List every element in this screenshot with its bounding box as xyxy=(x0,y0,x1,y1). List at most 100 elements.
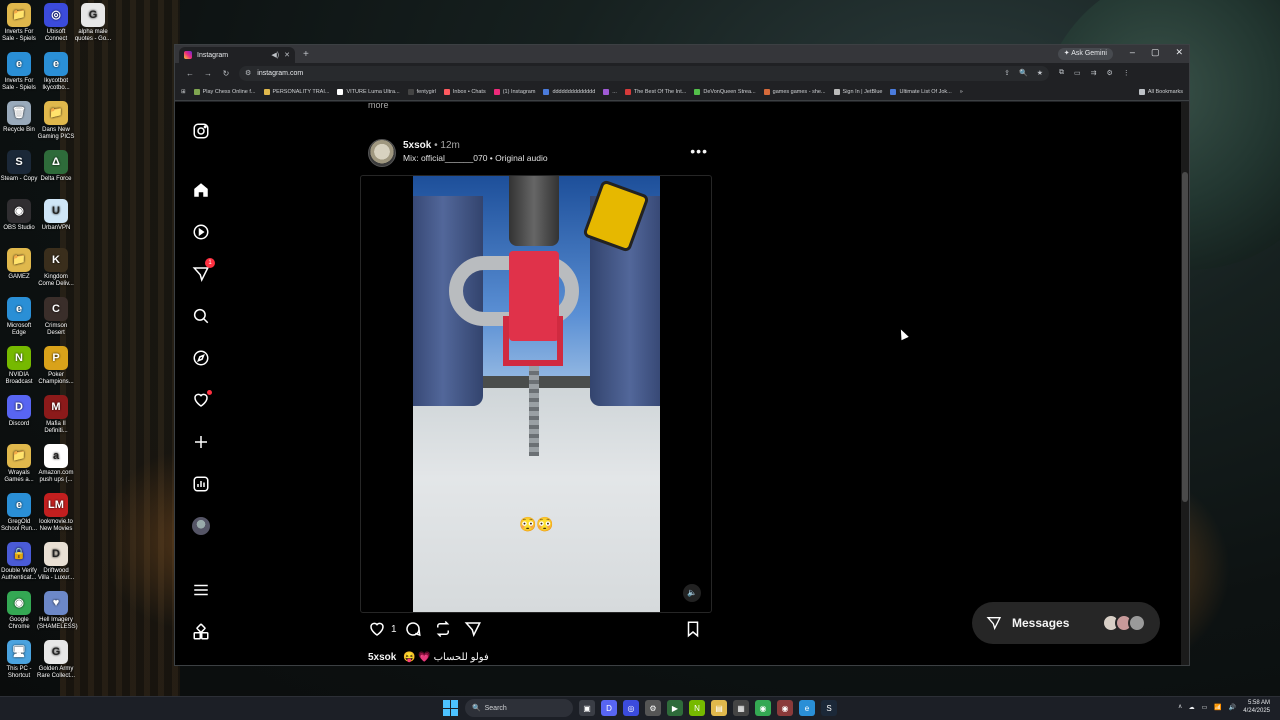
tray-overflow-icon[interactable]: ʌ xyxy=(1179,704,1182,710)
desktop-icon[interactable]: ◉ Google Chrome xyxy=(0,591,38,631)
post-author-avatar[interactable] xyxy=(368,139,396,167)
direct-messages-icon[interactable]: 1 xyxy=(191,258,215,284)
maximize-button[interactable]: ▢ xyxy=(1151,47,1160,58)
media-icon[interactable]: ⇉ xyxy=(1091,69,1097,77)
create-plus-icon[interactable] xyxy=(191,432,211,452)
new-tab-button[interactable]: + xyxy=(303,49,309,60)
bookmark-item[interactable]: DeVonQueen Strea... xyxy=(694,88,756,95)
taskbar-app-icon[interactable]: ▦ xyxy=(733,700,749,716)
also-from-meta-icon[interactable] xyxy=(191,622,211,642)
tray-network-icon[interactable]: 📶 xyxy=(1214,704,1221,711)
settings-icon[interactable]: ⚙ xyxy=(1107,69,1113,77)
taskbar-xbox-icon[interactable]: ▶ xyxy=(667,700,683,716)
minimize-button[interactable]: – xyxy=(1130,47,1135,58)
mute-toggle-icon[interactable]: 🔈 xyxy=(683,584,701,602)
bookmark-item[interactable]: ... xyxy=(603,88,617,95)
all-bookmarks-button[interactable]: All Bookmarks xyxy=(1138,88,1183,95)
browser-menu-icon[interactable]: ⋮ xyxy=(1123,69,1130,77)
site-info-icon[interactable]: ⚙ xyxy=(245,69,251,77)
desktop-icon[interactable]: 🖥 This PC - Shortcut xyxy=(0,640,38,680)
bookmark-item[interactable]: fentygirl xyxy=(407,88,436,95)
side-panel-icon[interactable]: ▭ xyxy=(1074,69,1081,77)
desktop-icon[interactable]: U UrbanVPN xyxy=(37,199,75,232)
caption-more-link[interactable]: more xyxy=(368,100,389,110)
tray-volume-icon[interactable]: 🔊 xyxy=(1229,704,1236,711)
notifications-heart-icon[interactable] xyxy=(191,390,212,410)
desktop-icon[interactable]: M Mafia II Definiti... xyxy=(37,395,75,435)
desktop-icon[interactable]: 📁 Dans New Gaming PICS xyxy=(37,101,75,141)
save-bookmark-icon[interactable] xyxy=(684,620,704,640)
comment-icon[interactable] xyxy=(404,620,424,640)
close-window-button[interactable]: ✕ xyxy=(1175,47,1183,58)
taskbar-ubisoft-icon[interactable]: ◎ xyxy=(623,700,639,716)
desktop-icon[interactable]: ♥ Hell Imagery (SHAMELESS) xyxy=(37,591,78,631)
zoom-icon[interactable]: 🔍 xyxy=(1019,69,1028,77)
ask-gemini-button[interactable]: ✦ Ask Gemini xyxy=(1057,48,1113,60)
desktop-icon[interactable]: Δ Delta Force xyxy=(37,150,75,183)
desktop-icon[interactable]: N NVIDIA Broadcast xyxy=(0,346,38,386)
back-button[interactable]: ← xyxy=(181,69,199,78)
taskbar-discord-icon[interactable]: D xyxy=(601,700,617,716)
desktop-icon[interactable]: e Microsoft Edge xyxy=(0,297,38,337)
post-video[interactable]: 😳😳 🔈 xyxy=(360,175,712,613)
messages-button[interactable]: Messages xyxy=(972,602,1160,644)
task-view-icon[interactable]: ▣ xyxy=(579,700,595,716)
tab-instagram[interactable]: Instagram ◀) ✕ xyxy=(179,47,295,63)
desktop-icon[interactable]: e Ikycotbot Ikycotbo... xyxy=(37,52,75,92)
bookmark-item[interactable]: games games - she... xyxy=(763,88,826,95)
caption-username[interactable]: 5xsok xyxy=(368,652,396,663)
more-menu-icon[interactable] xyxy=(191,580,211,600)
bookmark-item[interactable]: Sign In | JetBlue xyxy=(833,88,882,95)
apps-icon[interactable]: ⊞ xyxy=(181,89,186,95)
forward-button[interactable]: → xyxy=(199,69,217,78)
desktop-icon[interactable]: e GregOld School Run... xyxy=(0,493,38,533)
profile-avatar[interactable] xyxy=(191,516,211,536)
bookmark-item[interactable]: VITURE Luma Ultra... xyxy=(337,88,400,95)
bookmarks-overflow-icon[interactable]: » xyxy=(960,89,963,95)
explore-icon[interactable] xyxy=(191,348,211,368)
taskbar-steam-icon[interactable]: S xyxy=(821,700,837,716)
post-audio-info[interactable]: Mix: official______070 • Original audio xyxy=(403,153,548,163)
desktop-icon[interactable]: 📁 Inverts For Sale - Spiels xyxy=(0,3,38,43)
taskbar-edge-icon[interactable]: e xyxy=(799,700,815,716)
bookmark-item[interactable]: The Best Of The Int... xyxy=(624,88,686,95)
reload-button[interactable]: ↻ xyxy=(217,69,235,78)
instagram-logo-icon[interactable] xyxy=(191,121,211,141)
like-count[interactable]: 1 xyxy=(391,624,397,635)
taskbar-chrome-profile-icon[interactable]: ◉ xyxy=(777,700,793,716)
tab-close-icon[interactable]: ✕ xyxy=(284,51,290,59)
dashboard-icon[interactable] xyxy=(191,474,211,494)
desktop-icon[interactable]: e Inverts For Sale - Spiels xyxy=(0,52,38,92)
page-scrollbar[interactable] xyxy=(1181,102,1189,665)
desktop-icon[interactable]: 🗑 Recycle Bin xyxy=(0,101,38,134)
desktop-icon[interactable]: K Kingdom Come Deliv... xyxy=(37,248,75,288)
desktop-icon[interactable]: ◎ Ubisoft Connect xyxy=(37,3,75,43)
desktop-icon[interactable]: G Golden Army Rare Collect... xyxy=(37,640,75,680)
bookmark-item[interactable]: (1) Instagram xyxy=(493,88,535,95)
start-button[interactable] xyxy=(443,700,459,716)
desktop-icon[interactable]: D Driftwood Villa - Luxur... xyxy=(37,542,75,582)
desktop-icon[interactable]: S Steam - Copy xyxy=(0,150,38,183)
taskbar-chrome-icon[interactable]: ◉ xyxy=(755,700,771,716)
share-icon[interactable] xyxy=(464,620,484,640)
scrollbar-thumb[interactable] xyxy=(1182,172,1188,502)
address-bar[interactable]: ⚙ instagram.com ⇪ 🔍 ★ xyxy=(239,65,1049,81)
repost-icon[interactable] xyxy=(434,620,454,640)
bookmark-item[interactable]: dddddddddddddd xyxy=(543,88,595,95)
bookmark-item[interactable]: Play Chess Online f... xyxy=(193,88,256,95)
taskbar-explorer-icon[interactable]: ▤ xyxy=(711,700,727,716)
tab-audio-icon[interactable]: ◀) xyxy=(271,51,279,59)
desktop-icon[interactable]: P Poker Champions... xyxy=(37,346,75,386)
taskbar-settings-icon[interactable]: ⚙ xyxy=(645,700,661,716)
search-icon[interactable] xyxy=(191,306,211,326)
bookmark-star-icon[interactable]: ★ xyxy=(1037,69,1043,77)
desktop-icon[interactable]: 📁 Wrayals Games a... xyxy=(0,444,38,484)
home-icon[interactable] xyxy=(191,180,211,200)
tray-display-icon[interactable]: ▭ xyxy=(1202,704,1208,711)
desktop-icon[interactable]: Galpha male quotes - Go... xyxy=(74,3,112,43)
taskbar-clock[interactable]: 5:58 AM 4/24/2025 xyxy=(1243,699,1270,715)
bookmark-item[interactable]: PERSONALITY TRAI... xyxy=(263,88,329,95)
desktop-icon[interactable]: LM lookmovie.to New Movies xyxy=(37,493,75,533)
bookmark-item[interactable]: Inbox • Chats xyxy=(443,88,486,95)
tray-cloud-icon[interactable]: ☁ xyxy=(1189,704,1195,711)
